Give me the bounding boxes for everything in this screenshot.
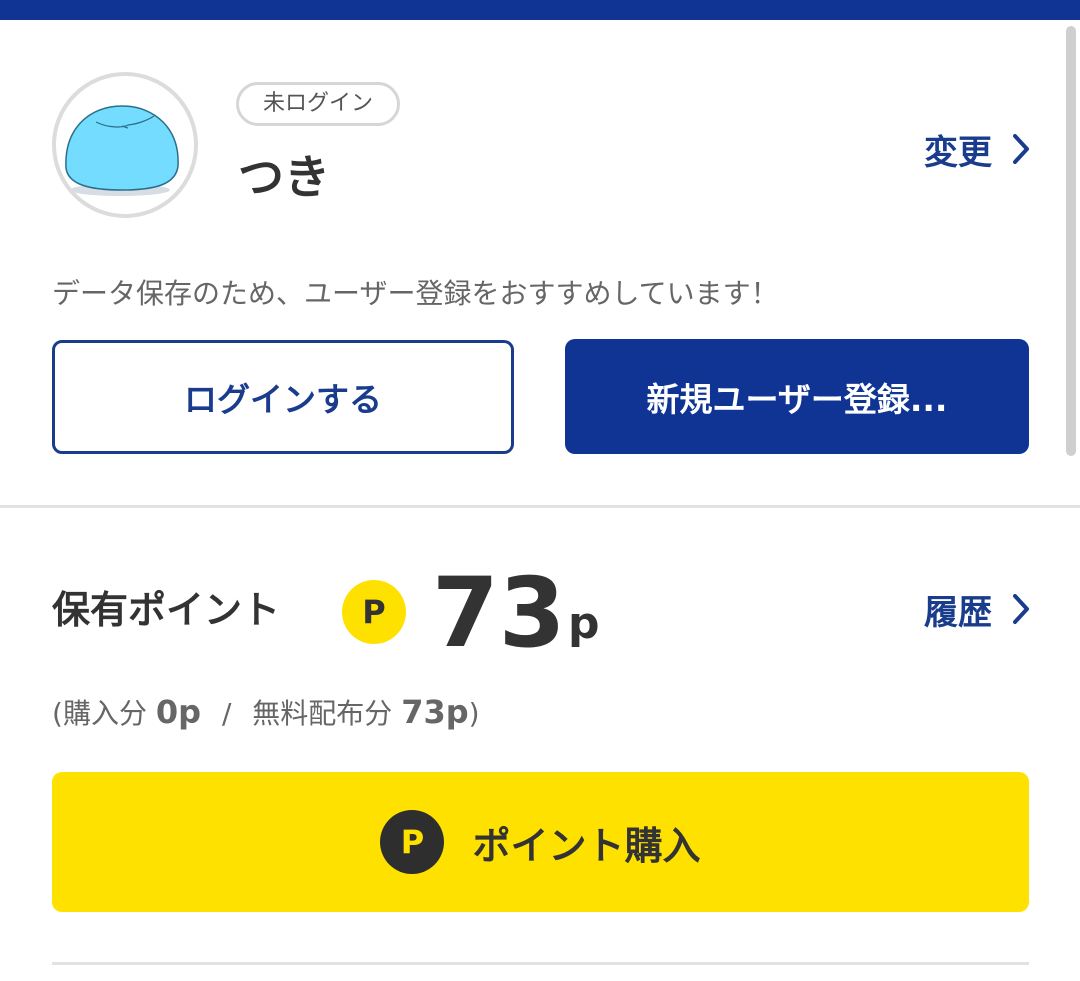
change-profile-link[interactable]: 変更 — [924, 124, 1030, 174]
section-divider — [52, 962, 1029, 965]
buy-points-label: ポイント購入 — [472, 823, 701, 868]
point-coin-symbol: P — [362, 593, 386, 631]
chevron-right-icon — [1012, 593, 1030, 625]
point-coin-icon: P — [342, 580, 406, 644]
chevron-right-icon — [1012, 133, 1030, 165]
login-button[interactable]: ログインする — [52, 340, 514, 454]
history-label: 履歴 — [924, 592, 992, 633]
points-breakdown: (購入分 0p / 無料配布分 73p) — [52, 690, 480, 736]
login-status-badge: 未ログイン — [236, 82, 401, 126]
purchased-label: 購入分 — [62, 697, 147, 730]
slime-avatar-icon — [65, 105, 179, 196]
registration-notice: データ保存のため、ユーザー登録をおすすめしています！ — [52, 277, 779, 310]
free-label: 無料配布分 — [252, 697, 393, 730]
scrollbar[interactable] — [1066, 26, 1076, 456]
breakdown-separator: / — [221, 697, 232, 730]
top-header-bar — [0, 0, 1080, 20]
avatar — [52, 72, 198, 218]
buy-coin-symbol: P — [400, 823, 425, 861]
section-divider — [0, 505, 1080, 508]
points-label: 保有ポイント — [52, 588, 281, 632]
breakdown-open-paren: ( — [52, 697, 63, 730]
buy-points-button[interactable]: P ポイント購入 — [52, 772, 1029, 912]
points-history-link[interactable]: 履歴 — [924, 584, 1030, 634]
register-button[interactable]: 新規ユーザー登録... — [565, 339, 1029, 454]
purchased-value: 0p — [155, 693, 202, 731]
change-profile-label: 変更 — [924, 132, 992, 173]
points-balance: 73 — [432, 557, 566, 669]
point-coin-icon: P — [380, 810, 445, 874]
user-name: つき — [238, 150, 330, 204]
free-value: 73p — [401, 693, 469, 731]
breakdown-close-paren: ) — [468, 697, 480, 730]
points-unit: p — [568, 598, 600, 649]
